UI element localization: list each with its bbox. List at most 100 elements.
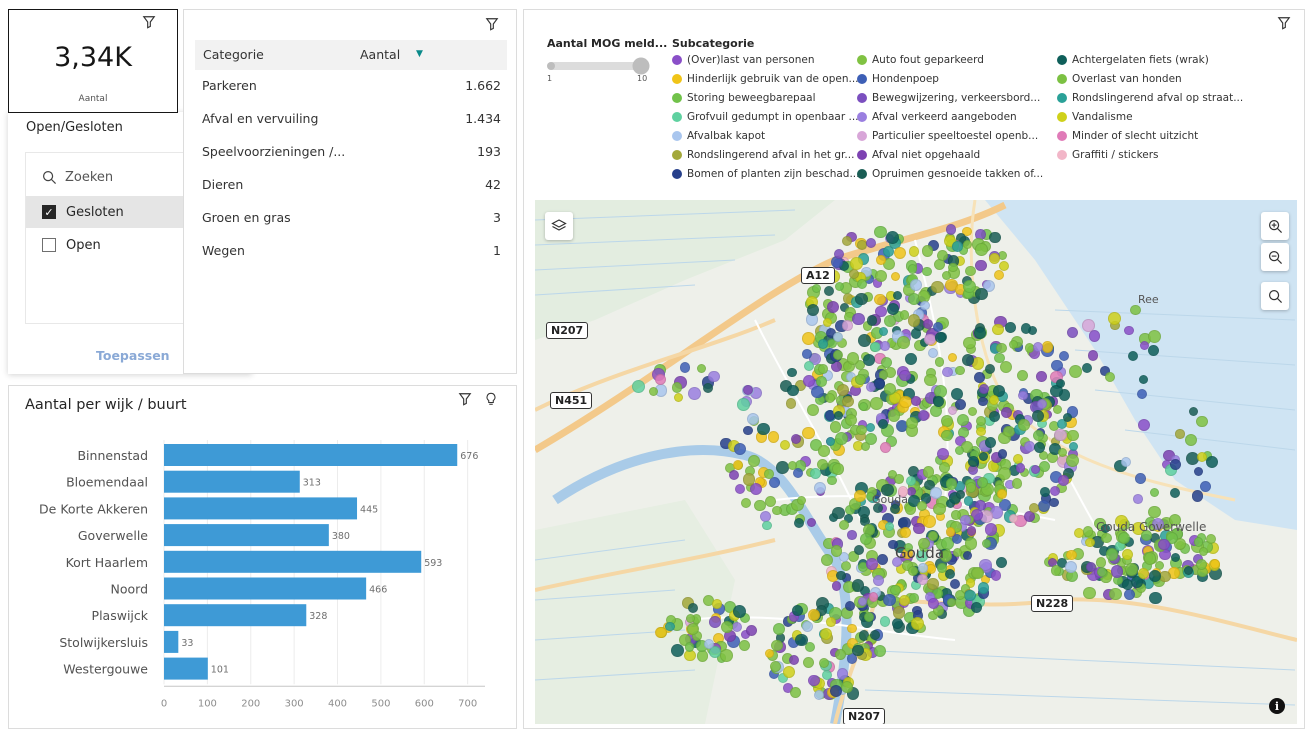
- incident-marker[interactable]: [1110, 565, 1124, 579]
- incident-marker[interactable]: [993, 269, 1004, 280]
- incident-marker[interactable]: [984, 523, 998, 536]
- incident-marker[interactable]: [908, 592, 919, 603]
- bar[interactable]: [164, 470, 300, 493]
- incident-marker[interactable]: [852, 312, 865, 326]
- incident-marker[interactable]: [1121, 548, 1133, 560]
- incident-marker[interactable]: [709, 615, 721, 628]
- map-canvas[interactable]: A12 N207 N451 N228 N207 Gouda Gouda Goud…: [535, 200, 1297, 724]
- incident-marker[interactable]: [739, 640, 751, 651]
- incident-marker[interactable]: [838, 519, 849, 531]
- incident-marker[interactable]: [850, 256, 863, 270]
- bar[interactable]: [164, 657, 208, 680]
- incident-marker[interactable]: [1003, 425, 1015, 438]
- incident-marker[interactable]: [696, 650, 709, 662]
- incident-marker[interactable]: [978, 451, 988, 462]
- incident-marker[interactable]: [810, 385, 824, 399]
- incident-marker[interactable]: [999, 260, 1010, 271]
- incident-marker[interactable]: [890, 584, 901, 595]
- incident-marker[interactable]: [1130, 305, 1141, 316]
- legend-item[interactable]: Overlast van honden: [1057, 73, 1182, 85]
- incident-marker[interactable]: [959, 514, 971, 526]
- incident-marker[interactable]: [964, 589, 976, 602]
- incident-marker[interactable]: [905, 475, 917, 486]
- incident-marker[interactable]: [907, 264, 918, 274]
- incident-marker[interactable]: [990, 569, 1002, 581]
- incident-marker[interactable]: [720, 649, 733, 662]
- legend-item[interactable]: Afval verkeerd aangeboden: [857, 111, 1017, 123]
- incident-marker[interactable]: [1125, 562, 1139, 576]
- incident-marker[interactable]: [763, 469, 774, 480]
- incident-marker[interactable]: [846, 352, 860, 365]
- incident-marker[interactable]: [1058, 475, 1069, 486]
- incident-marker[interactable]: [1195, 415, 1208, 428]
- table-row[interactable]: Afval en vervuiling 1.434: [195, 103, 507, 136]
- incident-marker[interactable]: [819, 627, 832, 640]
- incident-marker[interactable]: [1031, 409, 1044, 422]
- incident-marker[interactable]: [1054, 428, 1067, 442]
- incident-marker[interactable]: [1158, 538, 1170, 550]
- table-row[interactable]: Dieren 42: [195, 169, 507, 202]
- incident-marker[interactable]: [1159, 570, 1171, 583]
- incident-marker[interactable]: [879, 616, 891, 627]
- incident-marker[interactable]: [930, 487, 942, 499]
- legend-item[interactable]: Afvalbak kapot: [672, 130, 765, 142]
- incident-marker[interactable]: [841, 680, 854, 693]
- incident-marker[interactable]: [840, 560, 851, 571]
- incident-marker[interactable]: [769, 661, 781, 673]
- incident-marker[interactable]: [767, 431, 780, 443]
- incident-marker[interactable]: [687, 387, 701, 400]
- incident-marker[interactable]: [962, 280, 976, 293]
- incident-marker[interactable]: [1064, 560, 1077, 573]
- incident-marker[interactable]: [818, 445, 830, 457]
- incident-marker[interactable]: [979, 384, 989, 394]
- incident-marker[interactable]: [866, 558, 878, 570]
- incident-marker[interactable]: [1087, 350, 1098, 361]
- incident-marker[interactable]: [873, 644, 886, 657]
- legend-item[interactable]: Particulier speeltoestel openb...: [857, 130, 1038, 142]
- incident-marker[interactable]: [847, 624, 857, 634]
- incident-marker[interactable]: [842, 396, 854, 408]
- legend-item[interactable]: Auto fout geparkeerd: [857, 54, 984, 66]
- incident-marker[interactable]: [1148, 591, 1162, 605]
- incident-marker[interactable]: [1056, 378, 1066, 388]
- incident-marker[interactable]: [975, 243, 988, 256]
- incident-marker[interactable]: [956, 414, 969, 427]
- incident-marker[interactable]: [808, 674, 820, 687]
- incident-marker[interactable]: [802, 348, 812, 359]
- incident-marker[interactable]: [842, 235, 853, 246]
- incident-marker[interactable]: [1041, 341, 1054, 353]
- incident-marker[interactable]: [964, 265, 976, 277]
- incident-marker[interactable]: [829, 421, 841, 433]
- incident-marker[interactable]: [967, 456, 979, 468]
- incident-marker[interactable]: [1049, 497, 1059, 508]
- incident-marker[interactable]: [970, 602, 982, 614]
- apply-button[interactable]: Toepassen: [96, 348, 170, 363]
- incident-marker[interactable]: [851, 644, 864, 657]
- incident-marker[interactable]: [934, 332, 946, 343]
- incident-marker[interactable]: [801, 620, 814, 632]
- incident-marker[interactable]: [1013, 453, 1024, 464]
- incident-marker[interactable]: [817, 458, 829, 470]
- incident-marker[interactable]: [679, 362, 691, 373]
- incident-marker[interactable]: [899, 369, 911, 381]
- incident-marker[interactable]: [684, 642, 695, 652]
- incident-marker[interactable]: [927, 530, 938, 541]
- info-icon[interactable]: i: [1269, 698, 1285, 714]
- kpi-tile[interactable]: 3,34K Aantal: [8, 9, 178, 113]
- incident-marker[interactable]: [870, 341, 881, 353]
- incident-marker[interactable]: [989, 232, 1001, 244]
- incident-marker[interactable]: [1020, 323, 1031, 334]
- incident-marker[interactable]: [855, 292, 868, 306]
- incident-marker[interactable]: [998, 466, 1011, 480]
- incident-marker[interactable]: [1147, 330, 1161, 344]
- incident-marker[interactable]: [826, 300, 840, 313]
- incident-marker[interactable]: [686, 613, 696, 623]
- incident-marker[interactable]: [1096, 566, 1107, 577]
- incident-marker[interactable]: [761, 520, 772, 531]
- incident-marker[interactable]: [885, 230, 899, 244]
- incident-marker[interactable]: [887, 409, 900, 422]
- column-header-aantal[interactable]: Aantal: [360, 47, 400, 62]
- incident-marker[interactable]: [952, 241, 963, 252]
- incident-marker[interactable]: [1109, 587, 1122, 600]
- filter-icon[interactable]: [484, 16, 500, 32]
